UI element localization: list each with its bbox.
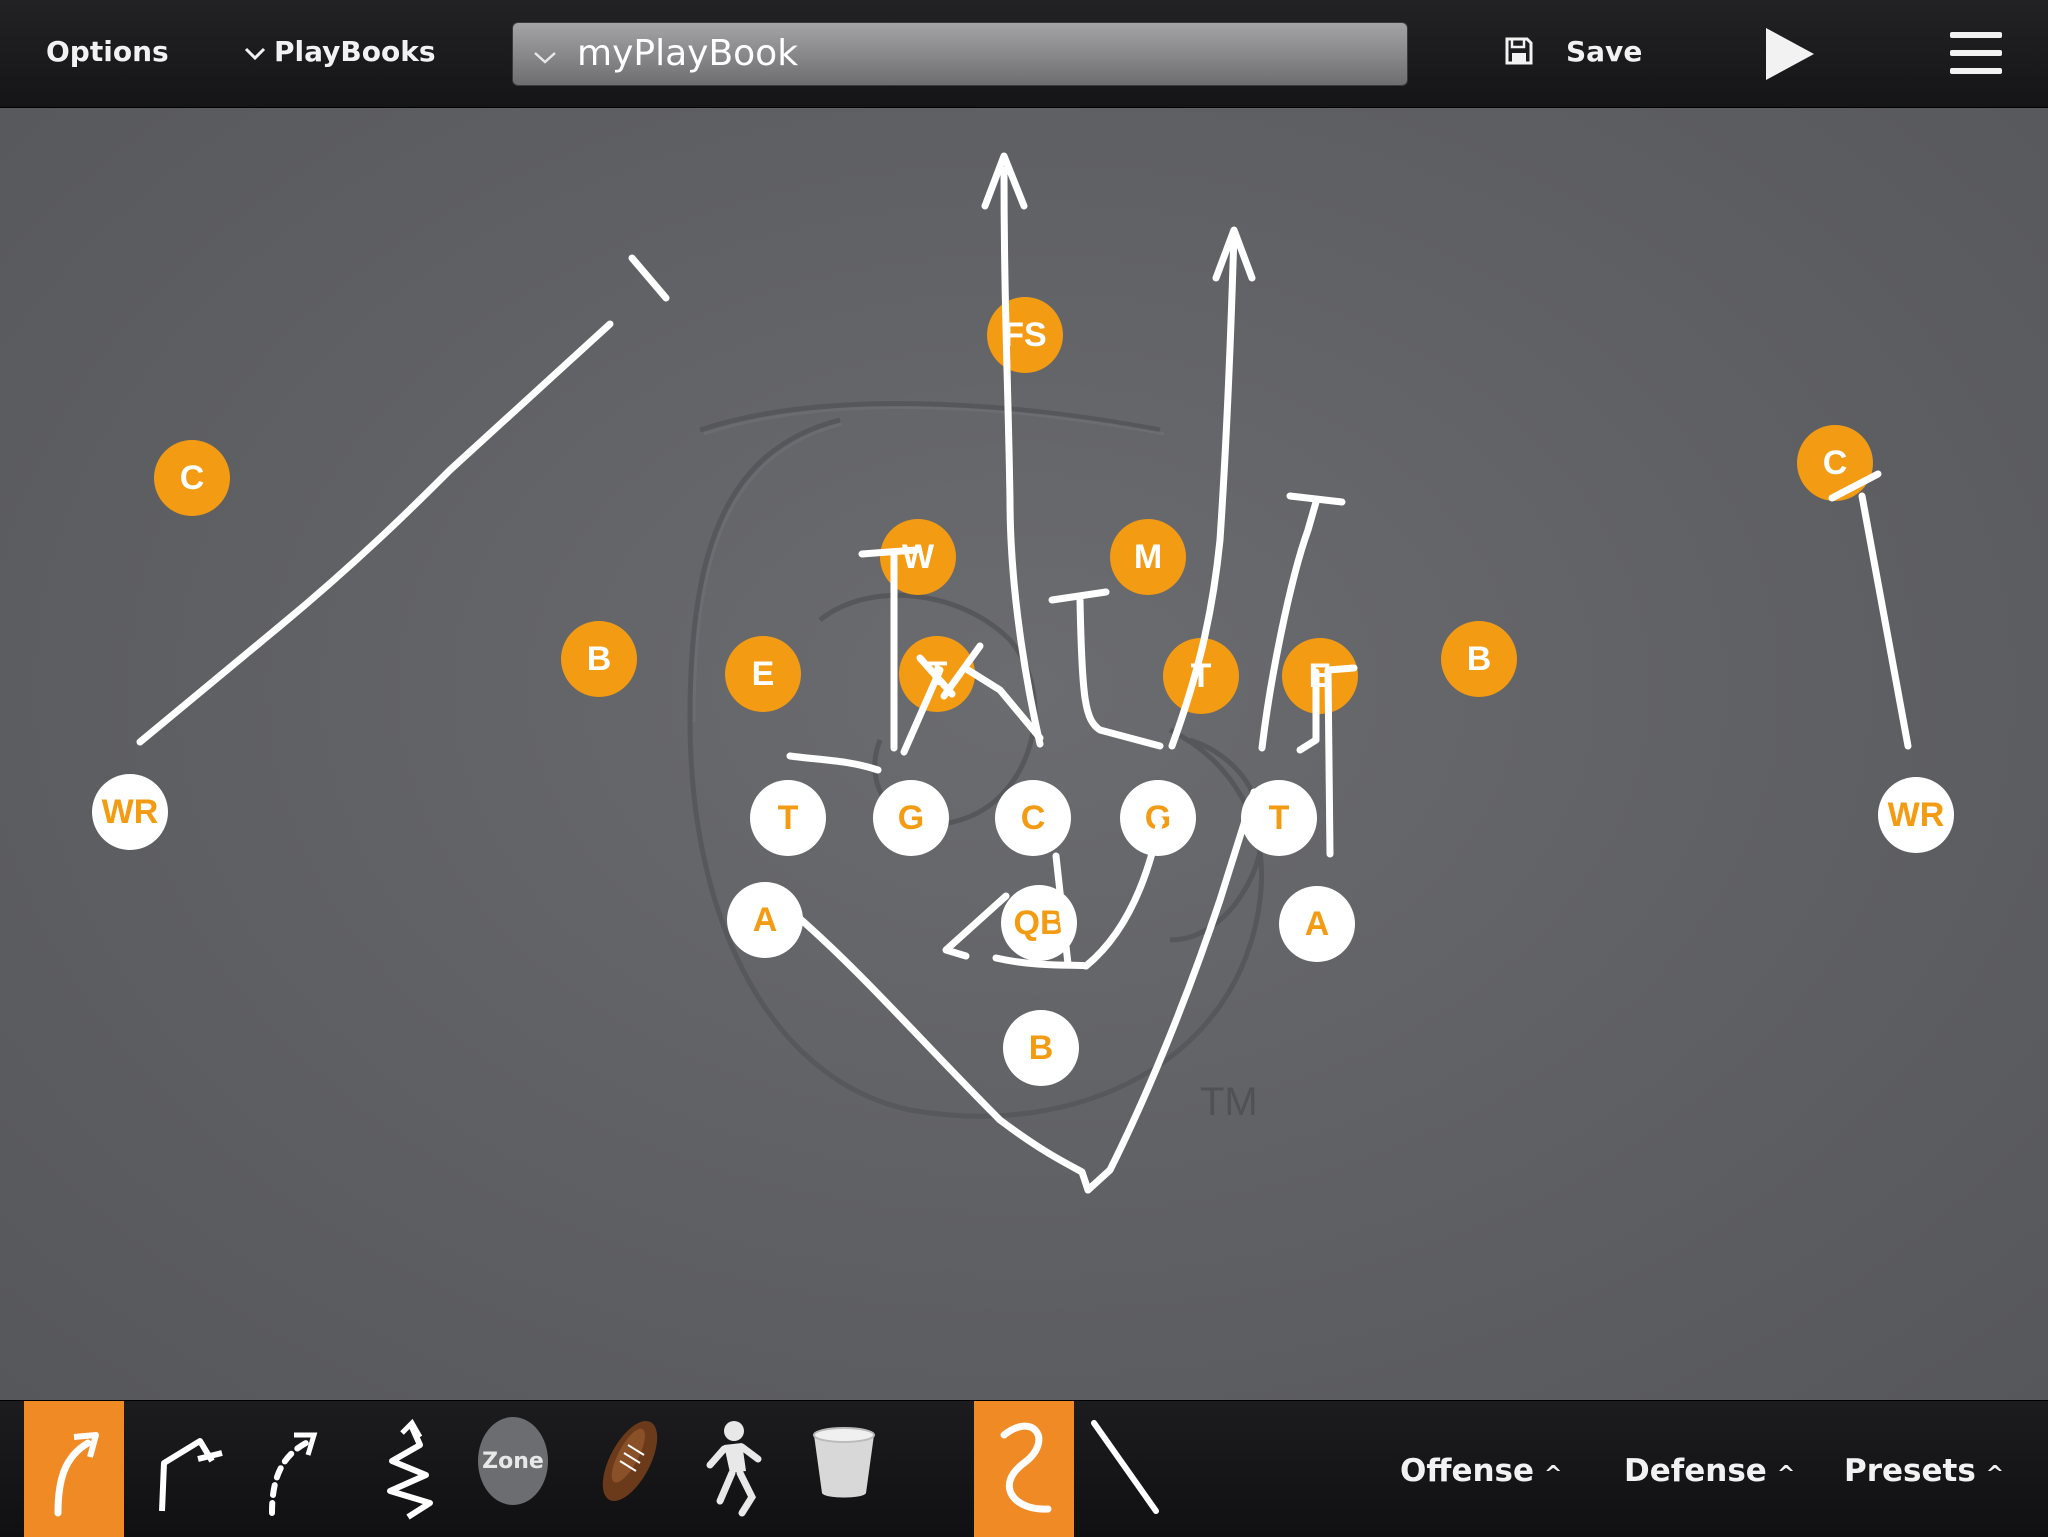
route-c bbox=[1000, 166, 1044, 748]
route-a-left-2 bbox=[1084, 788, 1258, 1194]
route-wr-left-block bbox=[628, 254, 670, 302]
route-a-right-2 bbox=[1296, 668, 1320, 754]
curved-arrow-icon bbox=[54, 1432, 99, 1517]
football-icon bbox=[602, 1421, 658, 1501]
route-wr-right-block bbox=[1828, 470, 1882, 502]
route-g-left-block bbox=[858, 546, 920, 558]
route-a-right bbox=[1324, 664, 1358, 858]
playbooks-label: PlayBooks bbox=[274, 35, 436, 68]
route-g-left-2 bbox=[900, 666, 944, 756]
playbook-select-value: myPlayBook bbox=[577, 33, 799, 74]
route-g-right-block bbox=[1048, 588, 1110, 604]
menu-bar bbox=[1950, 32, 2002, 38]
chevron-down-icon bbox=[244, 29, 274, 77]
route-t-right bbox=[1258, 498, 1320, 752]
football-tool[interactable] bbox=[580, 1401, 680, 1537]
presets-label: Presets bbox=[1844, 1453, 1976, 1489]
freehand-line-tool[interactable] bbox=[974, 1401, 1074, 1537]
route-qb bbox=[942, 892, 1010, 960]
floppy-disk-icon bbox=[1505, 37, 1533, 65]
offense-label: Offense bbox=[1400, 1453, 1535, 1489]
chevron-up-icon: ^ bbox=[1985, 1462, 2005, 1487]
route-b bbox=[1052, 852, 1072, 968]
presets-menu[interactable]: Presets ^ bbox=[1844, 1447, 2004, 1495]
options-button[interactable]: Options bbox=[46, 28, 169, 76]
straight-line-icon bbox=[1091, 1420, 1159, 1514]
straight-line-tool[interactable] bbox=[1076, 1401, 1176, 1537]
zigzag-motion-tool[interactable] bbox=[356, 1401, 456, 1537]
route-g-right-2 bbox=[1168, 228, 1238, 750]
dashed-route-tool[interactable] bbox=[246, 1401, 346, 1537]
play-triangle-icon bbox=[1766, 28, 1814, 80]
trash-tool[interactable] bbox=[794, 1401, 894, 1537]
block-route-icon bbox=[159, 1438, 223, 1512]
route-t-left bbox=[786, 752, 882, 774]
route-b-2 bbox=[992, 816, 1164, 970]
block-route-tool[interactable] bbox=[136, 1401, 236, 1537]
player-tool[interactable] bbox=[680, 1401, 780, 1537]
playbook-select[interactable]: myPlayBook bbox=[512, 22, 1408, 86]
chevron-down-icon bbox=[533, 25, 577, 87]
route-wr-right bbox=[1858, 492, 1912, 750]
trash-cup-icon bbox=[813, 1427, 875, 1498]
offense-menu[interactable]: Offense ^ bbox=[1400, 1447, 1562, 1495]
freehand-squiggle-icon bbox=[1000, 1422, 1052, 1513]
route-g-right-1 bbox=[1076, 596, 1164, 750]
menu-bar bbox=[1950, 68, 2002, 74]
hamburger-menu-icon[interactable] bbox=[1950, 32, 2002, 76]
dashed-route-icon bbox=[269, 1432, 318, 1516]
chevron-up-icon: ^ bbox=[1544, 1462, 1563, 1487]
top-toolbar: Options PlayBooks myPlayBook Save bbox=[0, 0, 2048, 108]
playbooks-button[interactable]: PlayBooks bbox=[244, 28, 436, 76]
defense-label: Defense bbox=[1624, 1453, 1767, 1489]
route-a-left bbox=[786, 906, 1092, 1194]
curved-arrow-route-tool[interactable] bbox=[24, 1401, 124, 1537]
route-lines[interactable] bbox=[0, 108, 2048, 1400]
defense-menu[interactable]: Defense ^ bbox=[1624, 1447, 1795, 1495]
chevron-up-icon: ^ bbox=[1776, 1462, 1796, 1487]
menu-bar bbox=[1950, 50, 2002, 56]
player-figure-icon bbox=[706, 1421, 762, 1517]
save-label: Save bbox=[1566, 35, 1643, 68]
zone-tool[interactable]: Zone bbox=[478, 1417, 548, 1505]
route-t-right-block bbox=[1286, 492, 1346, 506]
play-field[interactable]: TM WR T G C G T WR A QB A B FS C C W M B… bbox=[0, 108, 2048, 1400]
route-wr-left bbox=[136, 320, 614, 746]
bottom-toolbar: Zone Offense ^ Defense ^ Presets ^ bbox=[0, 1400, 2048, 1537]
play-button[interactable] bbox=[1762, 26, 1818, 82]
zigzag-icon bbox=[387, 1418, 433, 1520]
